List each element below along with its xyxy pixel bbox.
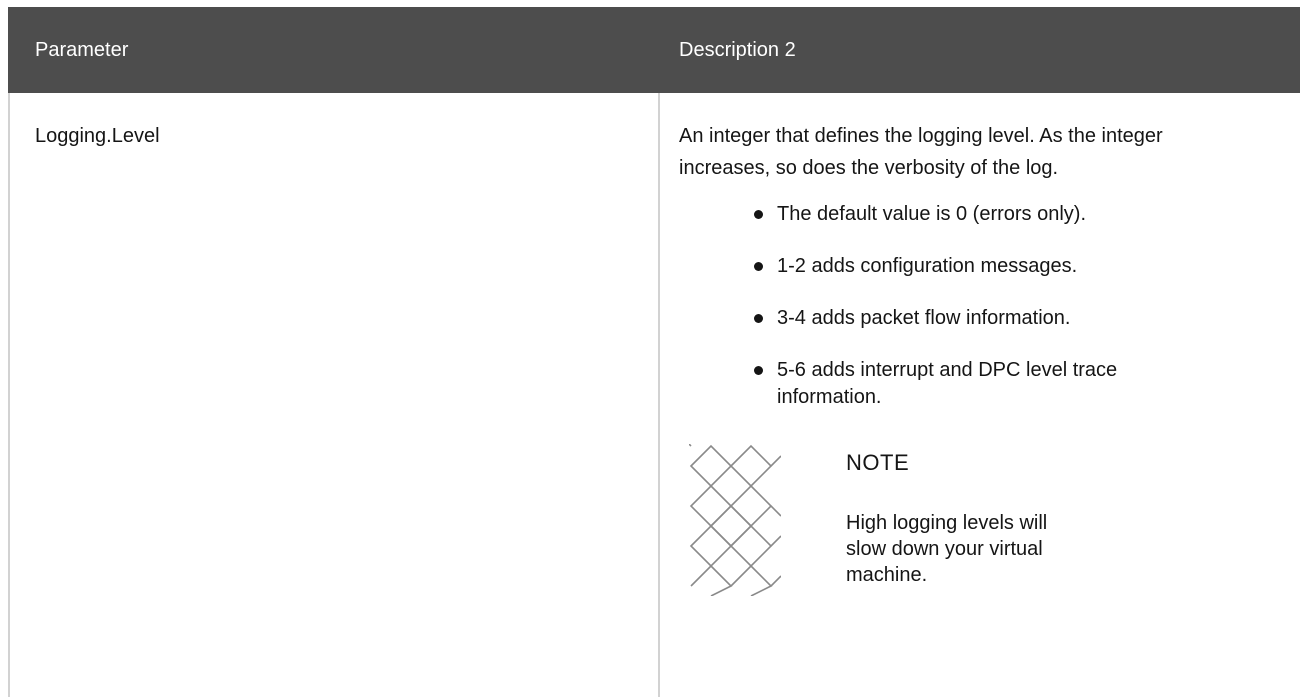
parameter-table: Parameter Description 2 Logging.Level An… [0,0,1308,697]
bullet-list: The default value is 0 (errors only). 1-… [679,201,1219,411]
bullet-dot-icon [754,314,763,323]
list-item: 3-4 adds packet flow information. [754,305,1219,332]
note-title: NOTE [846,450,910,475]
list-item: The default value is 0 (errors only). [754,201,1219,228]
list-item: 1-2 adds configuration messages. [754,253,1219,280]
note-admonition: NOTE High logging levels will slow down … [679,436,1219,596]
description-text: An integer that defines the logging leve… [679,125,1163,179]
description-cell: An integer that defines the logging leve… [679,120,1219,596]
list-item-text: 5-6 adds interrupt and DPC level trace i… [777,359,1118,408]
row-left-border [8,93,10,697]
list-item-text: 1-2 adds configuration messages. [777,255,1078,277]
bullet-dot-icon [754,210,763,219]
bullet-dot-icon [754,262,763,271]
parameter-cell: Logging.Level [35,125,160,147]
list-item: 5-6 adds interrupt and DPC level trace i… [754,357,1219,411]
column-divider [658,93,660,697]
table-row: Logging.Level An integer that defines th… [8,93,1300,697]
note-text: High logging levels will slow down your … [846,512,1048,586]
bullet-dot-icon [754,366,763,375]
table-header: Parameter Description 2 [8,7,1300,93]
note-icon [689,444,781,596]
header-description: Description 2 [679,39,796,61]
list-item-text: 3-4 adds packet flow information. [777,307,1071,329]
header-parameter: Parameter [35,39,129,61]
list-item-text: The default value is 0 (errors only). [777,203,1087,225]
